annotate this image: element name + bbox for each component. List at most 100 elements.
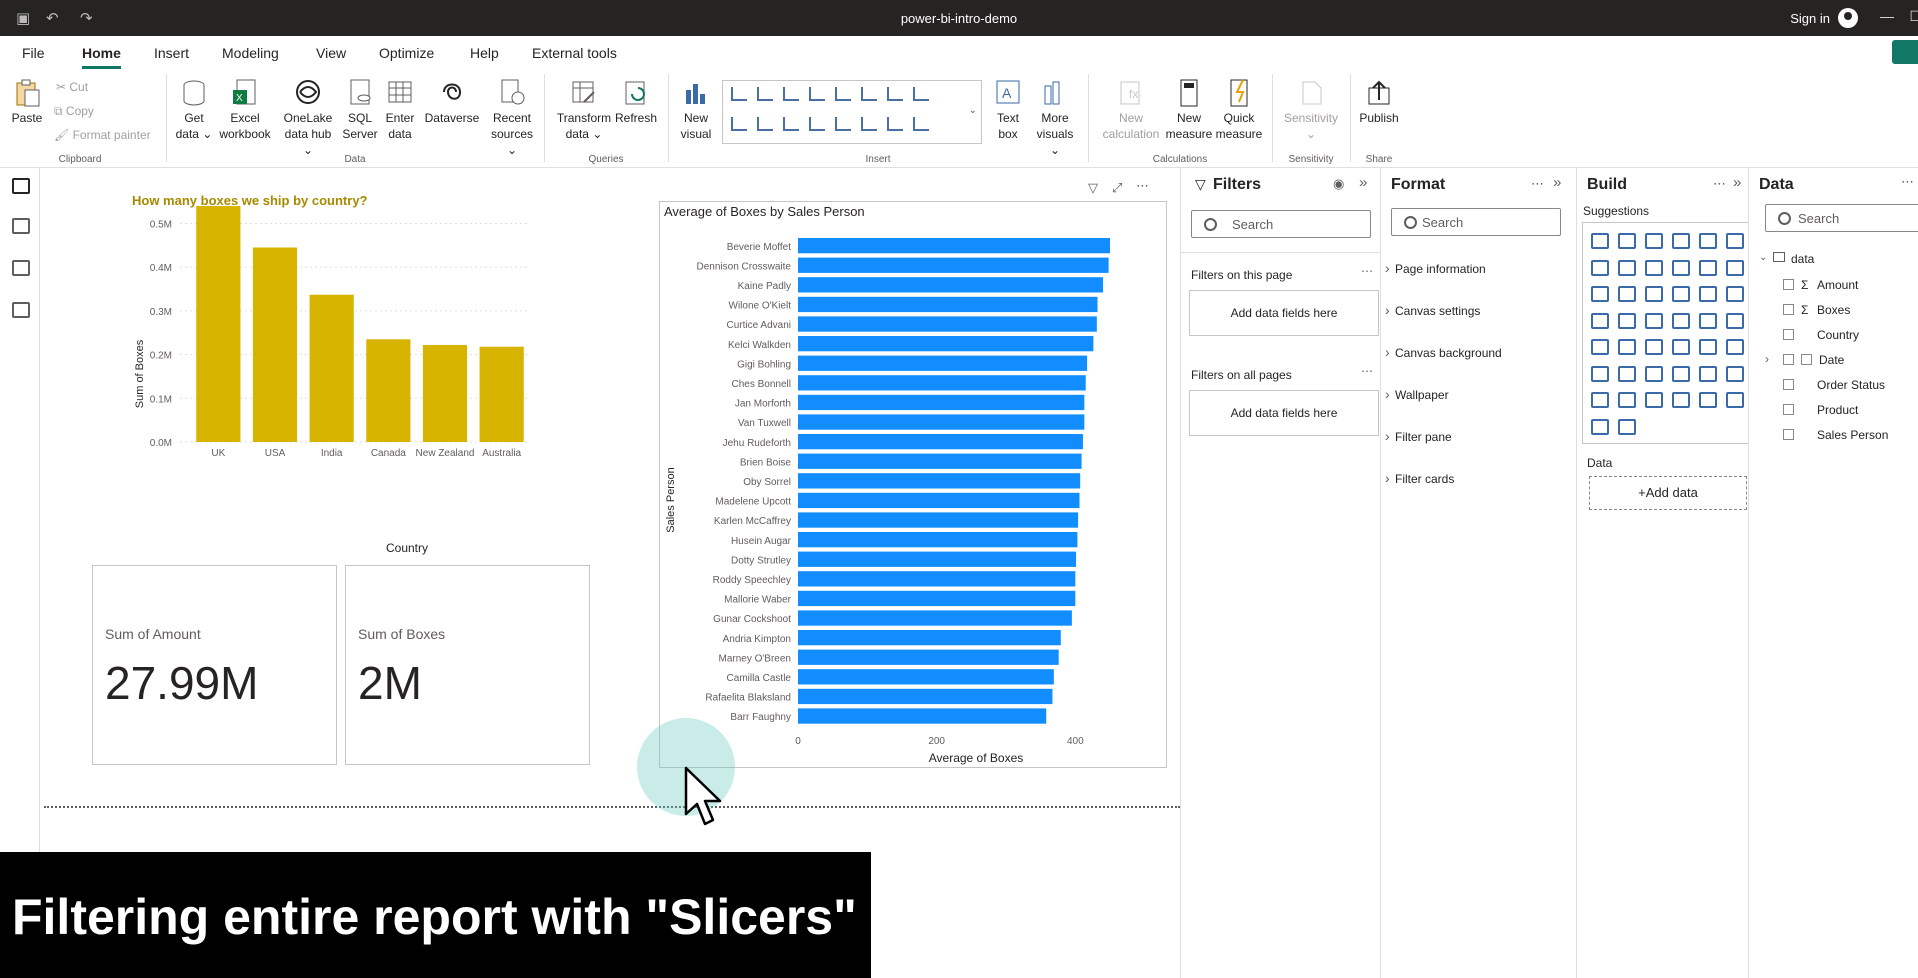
bar[interactable] <box>798 355 1088 371</box>
bar[interactable] <box>798 257 1109 273</box>
field-name[interactable]: Product <box>1817 403 1858 417</box>
paste-button[interactable]: Paste <box>10 78 44 126</box>
sign-in-link[interactable]: Sign in <box>1790 11 1830 26</box>
bar[interactable] <box>479 346 524 442</box>
visual-type-icon[interactable] <box>1645 365 1663 382</box>
page-filter-drop-zone[interactable]: Add data fields here <box>1189 290 1379 336</box>
sql-server-button[interactable]: SQL Server <box>342 78 378 142</box>
model-view-icon[interactable] <box>12 260 30 276</box>
recent-sources-button[interactable]: Recent sources ⌄ <box>488 78 536 158</box>
multi-row-card-icon[interactable] <box>887 117 903 131</box>
visual-type-icon[interactable] <box>1672 286 1690 302</box>
visual-type-icon[interactable] <box>1699 286 1717 302</box>
data-table-name[interactable]: data <box>1791 252 1814 266</box>
clustered-bar-icon[interactable] <box>757 87 773 101</box>
new-calculation-button[interactable]: fx New calculation <box>1098 78 1164 142</box>
clustered-column-icon[interactable] <box>809 87 825 101</box>
visual-type-icon[interactable] <box>1726 233 1744 249</box>
visual-type-icon[interactable] <box>1591 418 1609 435</box>
table-visual-icon[interactable] <box>913 117 929 131</box>
gauge-icon[interactable] <box>835 117 851 131</box>
get-data-button[interactable]: Get data ⌄ <box>174 78 214 142</box>
eye-icon[interactable]: ◉ <box>1333 176 1344 192</box>
visual-type-icon[interactable] <box>1672 233 1690 249</box>
cut-button[interactable]: ✂ Cut <box>56 80 88 94</box>
visual-type-icon[interactable] <box>1726 259 1744 276</box>
more-options-icon[interactable]: ⋯ <box>1531 176 1544 192</box>
more-visuals-button[interactable]: More visuals ⌄ <box>1030 78 1080 158</box>
field-name[interactable]: Order Status <box>1817 378 1885 392</box>
visual-type-icon[interactable] <box>1672 392 1690 408</box>
more-options-icon[interactable]: ⋯ <box>1136 178 1149 194</box>
visual-type-icon[interactable] <box>1726 365 1744 382</box>
bar[interactable] <box>798 296 1098 313</box>
bar[interactable] <box>309 294 354 442</box>
dax-query-icon[interactable] <box>12 302 30 318</box>
bar[interactable] <box>798 630 1061 646</box>
transform-data-button[interactable]: Transform data ⌄ <box>554 78 614 142</box>
tab-view[interactable]: View <box>316 45 346 61</box>
bar[interactable] <box>798 688 1053 705</box>
visual-type-icon[interactable] <box>1645 312 1663 329</box>
new-visual-button[interactable]: New visual <box>674 78 718 142</box>
format-section-page-information[interactable]: Page information <box>1385 260 1486 276</box>
more-options-icon[interactable]: ⋯ <box>1901 174 1914 190</box>
visual-types-grid[interactable] <box>1582 222 1750 444</box>
bar[interactable] <box>798 453 1082 469</box>
visual-type-icon[interactable] <box>1591 259 1609 276</box>
tab-home[interactable]: Home <box>82 45 121 69</box>
table-view-icon[interactable] <box>12 218 30 234</box>
visual-type-icon[interactable] <box>1672 339 1690 355</box>
refresh-button[interactable]: Refresh <box>614 78 658 126</box>
field-name[interactable]: Amount <box>1817 278 1858 292</box>
tab-insert[interactable]: Insert <box>154 45 189 61</box>
visual-type-icon[interactable] <box>1672 259 1690 276</box>
donut-chart-icon[interactable] <box>757 117 773 131</box>
filters-search-input[interactable]: Search <box>1191 210 1371 238</box>
bar[interactable] <box>798 316 1097 332</box>
avatar-icon[interactable] <box>1838 8 1858 28</box>
visual-type-icon[interactable] <box>1591 365 1609 382</box>
sum-of-amount-card[interactable]: Sum of Amount 27.99M <box>92 565 337 765</box>
publish-button[interactable]: Publish <box>1356 78 1402 126</box>
bar[interactable] <box>798 649 1059 665</box>
tab-help[interactable]: Help <box>470 45 499 61</box>
visual-type-icon[interactable] <box>1726 392 1744 408</box>
field-checkbox[interactable] <box>1783 429 1794 440</box>
bar[interactable] <box>798 473 1081 489</box>
bar[interactable] <box>196 206 241 442</box>
visual-type-icon[interactable] <box>1726 339 1744 355</box>
map-icon[interactable] <box>809 117 825 131</box>
bar[interactable] <box>798 238 1110 254</box>
visual-type-icon[interactable] <box>1699 339 1717 355</box>
visual-type-icon[interactable] <box>1591 286 1609 302</box>
area-chart-icon[interactable] <box>887 87 903 101</box>
visual-type-icon[interactable] <box>1618 286 1636 302</box>
bar[interactable] <box>798 512 1079 528</box>
bar[interactable] <box>798 590 1076 607</box>
tab-optimize[interactable]: Optimize <box>379 45 434 61</box>
visual-type-icon[interactable] <box>1645 339 1663 355</box>
bar[interactable] <box>798 532 1078 548</box>
all-pages-filter-drop-zone[interactable]: Add data fields here <box>1189 390 1379 436</box>
visual-type-icon[interactable] <box>1699 233 1717 249</box>
slicer-icon[interactable] <box>913 87 929 101</box>
field-checkbox[interactable] <box>1783 404 1794 415</box>
visual-type-icon[interactable] <box>1699 392 1717 408</box>
visual-type-icon[interactable] <box>1618 233 1636 249</box>
filter-icon[interactable]: ▽ <box>1088 180 1098 196</box>
more-options-icon[interactable]: ⋯ <box>1361 364 1373 378</box>
tab-file[interactable]: File <box>22 45 45 61</box>
visual-type-icon[interactable] <box>1618 418 1636 435</box>
visual-type-icon[interactable] <box>1645 233 1663 249</box>
visual-type-icon[interactable] <box>1645 259 1663 276</box>
bar[interactable] <box>798 375 1086 391</box>
copy-button[interactable]: ⧉ Copy <box>54 104 94 119</box>
data-search-input[interactable]: Search <box>1765 204 1918 232</box>
maximize-icon[interactable]: ☐ <box>1909 8 1918 25</box>
tab-modeling[interactable]: Modeling <box>222 45 279 61</box>
bar[interactable] <box>798 434 1083 450</box>
field-checkbox[interactable] <box>1783 279 1794 290</box>
bar[interactable] <box>422 344 468 442</box>
bar[interactable] <box>798 492 1080 509</box>
